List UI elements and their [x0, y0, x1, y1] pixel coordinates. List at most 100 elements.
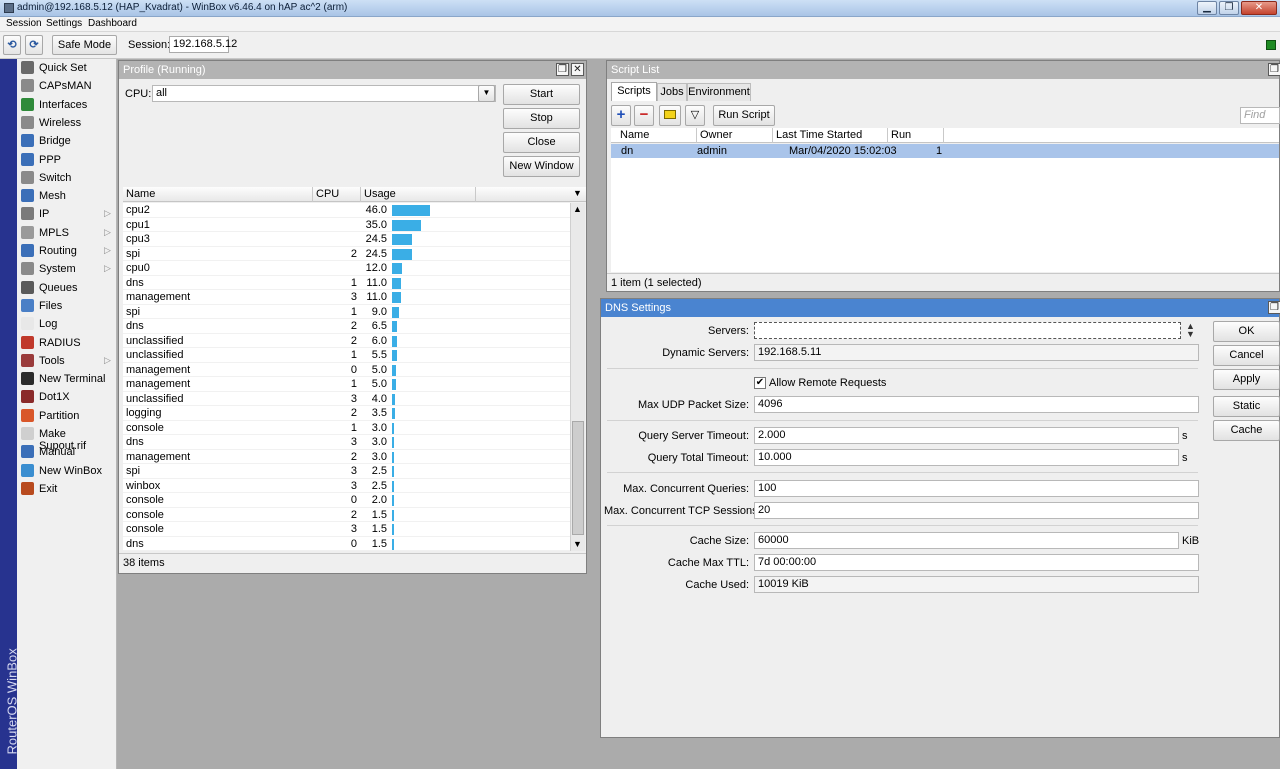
- sidebar-item-make-supout-rif[interactable]: Make Supout.rif: [18, 425, 116, 452]
- sidebar-item-ip[interactable]: IP ▷: [18, 205, 116, 223]
- table-row[interactable]: unclassified 3 4.0: [123, 392, 570, 406]
- sidebar-item-mpls[interactable]: MPLS ▷: [18, 224, 116, 242]
- tab-jobs[interactable]: Jobs: [657, 83, 687, 101]
- column-header-name[interactable]: Name: [123, 187, 313, 202]
- redo-button[interactable]: ⟳: [25, 35, 43, 55]
- table-row[interactable]: dns 3 3.0: [123, 435, 570, 450]
- stop-button[interactable]: Stop: [503, 108, 580, 129]
- column-header-cpu[interactable]: CPU: [313, 187, 361, 202]
- table-row[interactable]: console 2 1.5: [123, 508, 570, 522]
- ok-button[interactable]: OK: [1213, 321, 1280, 342]
- table-row[interactable]: dn admin Mar/04/2020 15:02:03 1: [611, 144, 1279, 158]
- cache-size-input[interactable]: 60000: [754, 532, 1179, 549]
- sidebar-item-new-winbox[interactable]: New WinBox: [18, 462, 116, 480]
- allow-remote-checkbox[interactable]: ✔: [754, 377, 766, 389]
- undo-button[interactable]: ⟲: [3, 35, 21, 55]
- query-total-timeout-input[interactable]: 10.000: [754, 449, 1179, 466]
- table-row[interactable]: spi 2 24.5: [123, 247, 570, 261]
- sidebar-item-ppp[interactable]: PPP: [18, 151, 116, 169]
- sidebar-item-routing[interactable]: Routing ▷: [18, 242, 116, 260]
- cpu-select[interactable]: all: [152, 85, 496, 102]
- static-button[interactable]: Static: [1213, 396, 1280, 417]
- column-header-owner[interactable]: Owner: [697, 128, 773, 143]
- scroll-thumb[interactable]: [572, 421, 584, 535]
- profile-close-icon[interactable]: ✕: [571, 63, 584, 76]
- profile-maximize-icon[interactable]: ❐: [556, 63, 569, 76]
- sidebar-item-exit[interactable]: Exit: [18, 480, 116, 498]
- column-header-last-started[interactable]: Last Time Started: [773, 128, 888, 143]
- table-row[interactable]: logging 2 3.5: [123, 406, 570, 421]
- menu-settings[interactable]: Settings: [46, 18, 82, 29]
- dns-maximize-icon[interactable]: ❐: [1268, 301, 1280, 314]
- max-concurrent-queries-input[interactable]: 100: [754, 480, 1199, 497]
- comment-icon[interactable]: [659, 105, 681, 126]
- sidebar-item-wireless[interactable]: Wireless: [18, 114, 116, 132]
- table-row[interactable]: dns 2 6.5: [123, 319, 570, 334]
- table-row[interactable]: cpu2 46.0: [123, 203, 570, 218]
- sidebar-item-partition[interactable]: Partition: [18, 407, 116, 425]
- minimize-button[interactable]: ▁: [1197, 1, 1217, 15]
- filter-icon[interactable]: ▽: [685, 105, 705, 126]
- sidebar-item-quick-set[interactable]: Quick Set: [18, 59, 116, 77]
- remove-script-icon[interactable]: −: [634, 105, 654, 126]
- scroll-up-icon[interactable]: ▲: [573, 204, 582, 214]
- table-row[interactable]: spi 3 2.5: [123, 464, 570, 479]
- table-row[interactable]: dns 0 1.5: [123, 537, 570, 551]
- script-list-maximize-icon[interactable]: ❐: [1268, 63, 1280, 76]
- sidebar-item-interfaces[interactable]: Interfaces: [18, 96, 116, 114]
- sidebar-item-files[interactable]: Files: [18, 297, 116, 315]
- cache-max-ttl-input[interactable]: 7d 00:00:00: [754, 554, 1199, 571]
- menu-session[interactable]: Session: [6, 18, 42, 29]
- sidebar-item-log[interactable]: Log: [18, 315, 116, 333]
- max-concurrent-tcp-input[interactable]: 20: [754, 502, 1199, 519]
- sidebar-item-tools[interactable]: Tools ▷: [18, 352, 116, 370]
- run-script-button[interactable]: Run Script: [713, 105, 775, 126]
- table-row[interactable]: console 3 1.5: [123, 522, 570, 537]
- start-button[interactable]: Start: [503, 84, 580, 105]
- sidebar-item-bridge[interactable]: Bridge: [18, 132, 116, 150]
- sidebar-item-queues[interactable]: Queues: [18, 279, 116, 297]
- add-script-icon[interactable]: +: [611, 105, 631, 126]
- table-row[interactable]: cpu3 24.5: [123, 232, 570, 247]
- table-row[interactable]: unclassified 2 6.0: [123, 334, 570, 348]
- cache-button[interactable]: Cache: [1213, 420, 1280, 441]
- safe-mode-button[interactable]: Safe Mode: [52, 35, 117, 55]
- column-header-usage[interactable]: Usage: [361, 187, 476, 202]
- table-row[interactable]: cpu0 12.0: [123, 261, 570, 276]
- sidebar-item-mesh[interactable]: Mesh: [18, 187, 116, 205]
- new-window-button[interactable]: New Window: [503, 156, 580, 177]
- menu-dashboard[interactable]: Dashboard: [88, 18, 137, 29]
- column-menu-icon[interactable]: ▼: [573, 188, 582, 198]
- column-header-run-count[interactable]: Run Count: [888, 128, 944, 155]
- sidebar-item-system[interactable]: System ▷: [18, 260, 116, 278]
- maximize-button[interactable]: ❐: [1219, 1, 1239, 15]
- close-profile-button[interactable]: Close: [503, 132, 580, 153]
- tab-environment[interactable]: Environment: [687, 83, 751, 101]
- query-server-timeout-input[interactable]: 2.000: [754, 427, 1179, 444]
- table-row[interactable]: console 1 3.0: [123, 421, 570, 435]
- tab-scripts[interactable]: Scripts: [611, 82, 657, 101]
- apply-button[interactable]: Apply: [1213, 369, 1280, 390]
- cancel-button[interactable]: Cancel: [1213, 345, 1280, 366]
- max-udp-input[interactable]: 4096: [754, 396, 1199, 413]
- find-input[interactable]: Find: [1240, 107, 1280, 124]
- sidebar-item-dot1x[interactable]: Dot1X: [18, 388, 116, 406]
- sidebar-item-manual[interactable]: Manual: [18, 443, 116, 461]
- close-button[interactable]: ✕: [1241, 1, 1277, 15]
- cpu-dropdown-icon[interactable]: ▼: [478, 85, 495, 102]
- servers-add-remove-icon[interactable]: ▲ ▼: [1186, 322, 1195, 339]
- servers-input[interactable]: [754, 322, 1181, 339]
- sidebar-item-capsman[interactable]: CAPsMAN: [18, 77, 116, 95]
- table-row[interactable]: cpu1 35.0: [123, 218, 570, 232]
- table-row[interactable]: spi 1 9.0: [123, 305, 570, 319]
- table-row[interactable]: management 2 3.0: [123, 450, 570, 464]
- table-row[interactable]: management 3 11.0: [123, 290, 570, 305]
- scroll-down-icon[interactable]: ▼: [573, 539, 582, 549]
- table-row[interactable]: dns 1 11.0: [123, 276, 570, 290]
- column-header-script-name[interactable]: Name: [617, 128, 697, 143]
- table-row[interactable]: management 0 5.0: [123, 363, 570, 377]
- sidebar-item-new-terminal[interactable]: New Terminal: [18, 370, 116, 388]
- sidebar-item-radius[interactable]: RADIUS: [18, 334, 116, 352]
- profile-scrollbar[interactable]: ▲ ▼: [570, 203, 585, 551]
- table-row[interactable]: console 0 2.0: [123, 493, 570, 508]
